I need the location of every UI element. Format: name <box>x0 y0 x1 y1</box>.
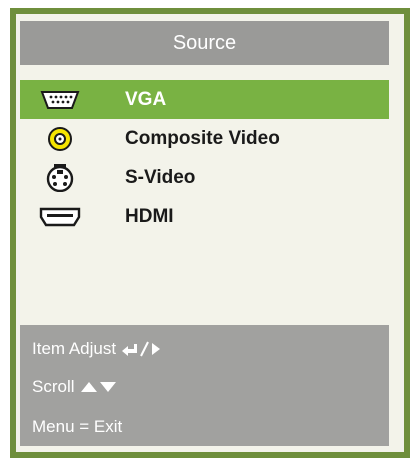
source-item-composite-video[interactable]: Composite Video <box>20 119 389 158</box>
help-menu-exit: Menu = Exit <box>32 417 122 437</box>
menu-exit-text: Menu = Exit <box>32 417 123 436</box>
up-down-arrows-icon <box>79 379 119 395</box>
s-video-icon <box>38 163 82 192</box>
composite-video-icon <box>38 125 82 153</box>
menu-title-bar: Source <box>20 21 389 65</box>
help-bar: Item Adjust Scroll Menu = Exit <box>20 325 389 446</box>
source-item-label: Composite Video <box>125 127 280 149</box>
source-list: VGA Composite Video S-Video HDMI <box>20 80 389 236</box>
vga-icon <box>38 86 82 114</box>
source-item-label: VGA <box>125 88 167 110</box>
help-scroll: Scroll <box>32 377 119 397</box>
help-item-adjust: Item Adjust <box>32 339 162 359</box>
source-item-label: S-Video <box>125 166 196 188</box>
enter-right-icon <box>120 341 162 357</box>
source-item-label: HDMI <box>125 205 174 227</box>
hdmi-icon <box>38 203 82 231</box>
item-adjust-text: Item Adjust <box>32 339 117 358</box>
source-item-vga[interactable]: VGA <box>20 80 389 119</box>
scroll-text: Scroll <box>32 377 75 396</box>
menu-title: Source <box>172 31 237 54</box>
source-item-hdmi[interactable]: HDMI <box>20 197 389 236</box>
source-item-s-video[interactable]: S-Video <box>20 158 389 197</box>
